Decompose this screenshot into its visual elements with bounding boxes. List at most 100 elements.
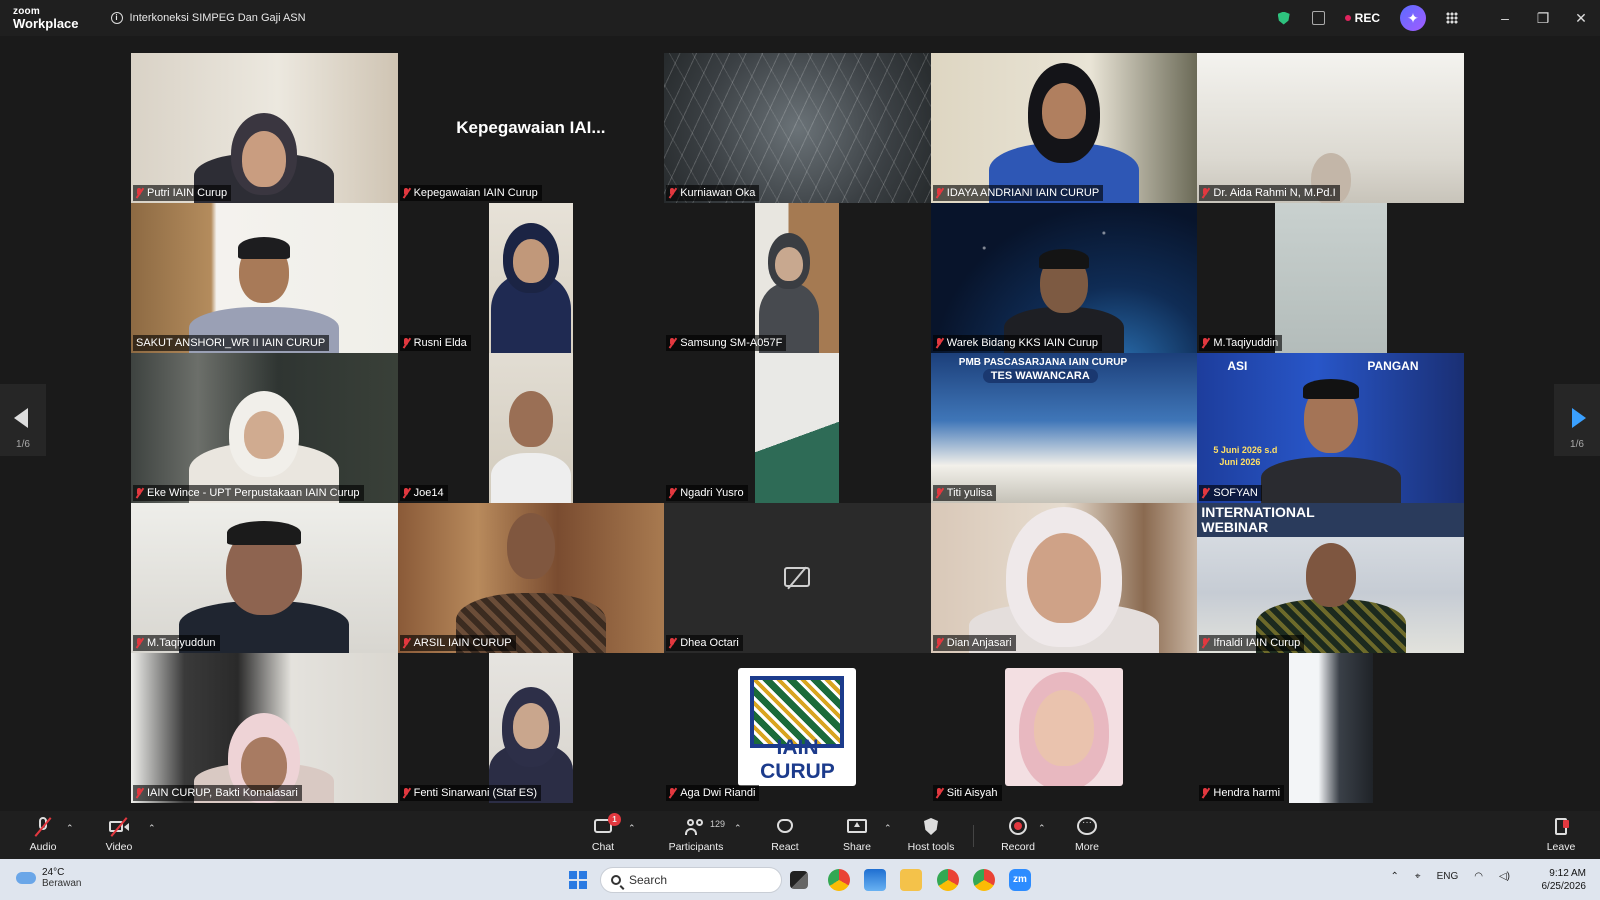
arrow-left-icon [14,408,28,428]
mic-muted-icon [1202,788,1209,798]
participant-tile[interactable]: Siti Aisyah [930,653,1198,803]
participant-display-name: Kepegawaian IAI... [456,118,606,137]
participant-tile[interactable]: Kurniawan Oka [664,53,931,203]
participant-tile[interactable]: PMB PASCASARJANA IAIN CURUP TES WAWANCAR… [930,353,1198,503]
clock-time: 9:12 AM [1549,868,1586,879]
mic-muted-icon [936,638,943,648]
zoom-app-icon[interactable]: zm [1009,869,1031,891]
participant-tile[interactable]: Warek Bidang KKS IAIN Curup [930,203,1198,353]
share-screen-icon [846,817,868,837]
participant-tile[interactable]: ASI PANGAN 5 Juni 2026 s.d Juni 2026 SOF… [1197,353,1464,503]
chrome-profile-2-icon[interactable] [973,869,995,891]
mic-muted-icon [403,188,410,198]
participant-tile[interactable]: ARSIL IAIN CURUP [397,503,665,653]
participant-tile[interactable]: M.Taqiyuddun [131,503,398,653]
task-view-icon[interactable] [790,871,808,889]
video-button[interactable]: Video [104,811,134,859]
close-button[interactable]: ✕ [1562,10,1600,27]
chat-button[interactable]: 1 Chat [588,811,621,859]
participant-tile[interactable]: IDAYA ANDRIANI IAIN CURUP [930,53,1198,203]
participant-tile[interactable]: Joe14 [397,353,665,503]
system-clock[interactable]: 9:12 AM 6/25/2026 [1542,867,1587,893]
video-gallery: Putri IAIN Curup Kepegawaian IAI... Kepe… [131,53,1467,803]
participant-tile[interactable]: Eke Wince - UPT Perpustakaan IAIN Curup [131,353,398,503]
audio-button[interactable]: Audio [28,811,58,859]
folder-icon[interactable] [900,869,922,891]
recording-indicator[interactable]: REC [1344,11,1380,25]
host-tools-button[interactable]: Host tools [906,811,956,859]
volume-icon[interactable]: ◁) [1499,871,1510,882]
mic-muted-icon [403,338,410,348]
chat-icon: 1 [592,813,621,837]
participant-name-tag: Kepegawaian IAIN Curup [399,185,542,201]
participant-tile[interactable]: Dr. Aida Rahmi N, M.Pd.I [1197,53,1464,203]
share-options-caret-icon[interactable]: ⌃ [884,823,892,834]
participant-tile[interactable]: Ngadri Yusro [664,353,931,503]
react-button[interactable]: React [770,811,800,859]
arrow-right-icon [1572,408,1586,428]
apps-grid-icon[interactable] [1446,12,1458,24]
wifi-icon[interactable]: ◠ [1474,871,1483,882]
weather-widget[interactable]: 24°C Berawan [16,867,81,889]
poster-title: ASI [1227,359,1248,373]
participant-tile[interactable]: IAIN CURUP Aga Dwi Riandi [664,653,931,803]
chrome-icon[interactable] [828,869,850,891]
mic-muted-icon [669,638,676,648]
participants-options-caret-icon[interactable]: ⌃ [734,823,742,834]
participant-tile[interactable]: Putri IAIN Curup [131,53,398,203]
next-page-button[interactable]: 1/6 [1554,384,1600,456]
info-icon[interactable]: i [110,12,123,24]
notes-icon[interactable] [1311,11,1325,25]
poster-title: PMB PASCASARJANA IAIN CURUP [958,357,1128,368]
chat-options-caret-icon[interactable]: ⌃ [628,823,636,834]
record-options-caret-icon[interactable]: ⌃ [1038,823,1046,834]
participant-tile[interactable]: M.Taqiyuddin [1197,203,1464,353]
participant-tile[interactable]: Dian Anjasari [930,503,1198,653]
minimize-button[interactable]: – [1486,10,1524,26]
participant-tile[interactable]: Fenti Sinarwani (Staf ES) [397,653,665,803]
language-indicator[interactable]: ENG [1437,871,1459,882]
video-options-caret-icon[interactable]: ⌃ [148,823,156,834]
participant-name-tag: IDAYA ANDRIANI IAIN CURUP [932,185,1104,201]
participants-icon: 129 [685,817,725,837]
participant-tile[interactable]: Dhea Octari [664,503,931,653]
leave-icon [1550,817,1572,837]
meeting-info[interactable]: i Interkoneksi SIMPEG Dan Gaji ASN [110,12,306,24]
participant-name-tag: Rusni Elda [399,335,471,351]
ai-companion-icon[interactable]: ✦ [1400,5,1426,31]
cloud-icon [16,872,36,884]
tray-chevron-icon[interactable]: ⌃ [1391,871,1399,882]
toolbar-divider [973,825,974,847]
participants-button[interactable]: 129 Participants [668,811,725,859]
participant-tile[interactable]: INTERNATIONAL WEBINAR Ifnaldi IAIN Curup [1197,503,1464,653]
participant-tile[interactable]: Rusni Elda [397,203,665,353]
record-button[interactable]: Record [1000,811,1036,859]
participant-tile[interactable]: Kepegawaian IAI... Kepegawaian IAIN Curu… [397,53,665,203]
taskbar-search[interactable]: Search [600,867,782,893]
mic-muted-icon [403,638,410,648]
file-explorer-app-icon[interactable] [864,869,886,891]
windows-start-icon[interactable] [569,871,587,889]
video-off-icon [108,817,130,837]
participant-tile[interactable]: IAIN CURUP, Bakti Komalasari [131,653,398,803]
mic-muted-icon [936,788,943,798]
location-icon[interactable]: ⌖ [1415,871,1421,882]
leave-button[interactable]: Leave [1546,811,1576,859]
participant-tile-active-speaker[interactable]: SAKUT ANSHORI_WR II IAIN CURUP [131,203,398,353]
mic-muted-icon [136,788,143,798]
participant-name-tag: Aga Dwi Riandi [666,785,760,801]
participant-tile[interactable]: Samsung SM-A057F [664,203,931,353]
prev-page-button[interactable]: 1/6 [0,384,46,456]
participant-tile[interactable]: Hendra harmi [1197,653,1464,803]
mic-muted-icon [1202,188,1209,198]
audio-options-caret-icon[interactable]: ⌃ [66,823,74,834]
chrome-profile-icon[interactable] [937,869,959,891]
mic-muted-icon [403,488,410,498]
poster-title-right: PANGAN [1367,359,1419,373]
restore-button[interactable]: ❐ [1524,10,1562,27]
share-button[interactable]: Share [842,811,872,859]
participant-name-tag: Warek Bidang KKS IAIN Curup [932,335,1102,351]
encryption-shield-icon[interactable] [1277,11,1290,25]
more-button[interactable]: ··· More [1072,811,1102,859]
more-dots-icon: ··· [1076,817,1098,837]
